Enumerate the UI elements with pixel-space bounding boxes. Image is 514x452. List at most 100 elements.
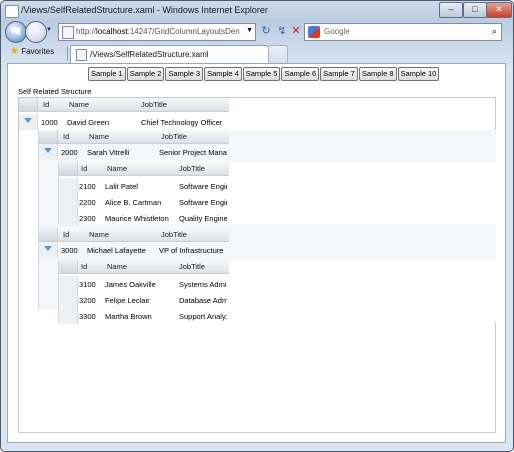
page-icon [76, 49, 87, 61]
column-header-name[interactable]: Name [107, 164, 127, 173]
row-indicator [59, 292, 78, 308]
sample-button-3[interactable]: Sample 3 [165, 67, 204, 81]
search-input[interactable]: Google [324, 27, 350, 36]
sample-button-1[interactable]: Sample 1 [88, 67, 126, 81]
hierarchical-grid: Id Name JobTitle 1000 David Green Chief Techn… [18, 97, 496, 433]
cell-jobtitle: Support Analy: [179, 312, 227, 321]
section-title: Self Related Structure [18, 87, 92, 96]
table-row[interactable]: 3000 Michael Lafayette VP of Infrastructur… [39, 242, 495, 258]
column-header-name[interactable]: Name [107, 262, 127, 271]
column-header-jobtitle[interactable]: JobTitle [141, 100, 167, 109]
minimize-button[interactable]: – [439, 2, 463, 18]
expand-arrow-icon[interactable] [44, 148, 52, 153]
cell-name: Sarah Vitrelli [87, 148, 130, 157]
table-row[interactable]: 3300 Martha Brown Support Analy: [59, 308, 229, 324]
row-indicator [39, 144, 58, 160]
expand-arrow-icon[interactable] [44, 246, 52, 251]
column-header-id[interactable]: Id [81, 262, 87, 271]
search-icon[interactable]: ⌕ [492, 26, 497, 37]
table-row[interactable]: 2200 Alice B. Cartman Software Engir [59, 194, 229, 210]
column-header-name[interactable]: Name [69, 100, 89, 109]
column-header-jobtitle[interactable]: JobTitle [179, 164, 205, 173]
new-tab-button[interactable] [268, 45, 288, 64]
cell-name: Alice B. Cartman [105, 198, 162, 207]
tab-label: /Views/SelfRelatedStructure.xaml [90, 50, 209, 59]
cell-jobtitle: Chief Technology Officer [141, 118, 223, 127]
cell-jobtitle: Senior Project Mana [159, 148, 227, 157]
column-header-jobtitle[interactable]: JobTitle [161, 132, 187, 141]
sample-button-4[interactable]: Sample 4 [204, 67, 242, 81]
cell-id: 3300 [79, 312, 96, 321]
tab-active[interactable]: /Views/SelfRelatedStructure.xaml [70, 45, 269, 64]
navigation-bar: ◀ ▶ ▼ http://localhost:14247/GridColumnL… [1, 20, 513, 44]
sample-button-7[interactable]: Sample 7 [320, 67, 358, 81]
column-header-id[interactable]: Id [63, 230, 69, 239]
row-indicator [39, 242, 58, 258]
column-header-id[interactable]: Id [43, 100, 49, 109]
table-row[interactable]: 1000 David Green Chief Technology Officer [19, 114, 495, 130]
cell-jobtitle: Quality Engine [179, 214, 227, 223]
cell-name: David Green [67, 118, 110, 127]
favorites-button[interactable]: ★ Favorites [10, 46, 54, 57]
cell-jobtitle: Systems Admi [179, 280, 227, 289]
search-box[interactable]: Google ⌕ [304, 23, 502, 41]
address-text[interactable]: http://localhost:14247/GridColumnLayouts… [76, 27, 242, 36]
divider [67, 46, 68, 61]
column-header-row: Id Name JobTitle [39, 130, 229, 144]
column-header-id[interactable]: Id [63, 132, 69, 141]
table-row[interactable]: 2300 Maurice Whistleton Quality Engine [59, 210, 229, 226]
table-row[interactable]: 2100 Lalit Patel Software Engir [59, 178, 229, 194]
forward-button[interactable]: ▶ [25, 21, 47, 43]
window-title: /Views/SelfRelatedStructure.xaml - Windo… [21, 5, 268, 15]
sample-button-6[interactable]: Sample 6 [281, 67, 320, 81]
column-header-name[interactable]: Name [89, 132, 109, 141]
recent-pages-dropdown[interactable]: ▼ [46, 27, 52, 33]
cell-id: 3000 [61, 246, 78, 255]
tab-row: ★ Favorites /Views/SelfRelatedStructure.… [1, 44, 513, 64]
page-content: Sample 1 Sample 2 Sample 3 Sample 4 Sample 5… [7, 63, 506, 443]
column-header-name[interactable]: Name [89, 230, 109, 239]
cell-name: Lalit Patel [105, 182, 138, 191]
close-button[interactable]: ✕ [486, 2, 512, 18]
google-logo-icon [308, 26, 320, 38]
sample-button-bar: Sample 1 Sample 2 Sample 3 Sample 4 Sample 5… [88, 67, 440, 81]
maximize-button[interactable]: □ [463, 2, 487, 18]
table-row[interactable]: 3100 James Oakville Systems Admi [59, 276, 229, 292]
table-row[interactable]: 3200 Felipe Leclair Database Adm [59, 292, 229, 308]
address-bar[interactable]: http://localhost:14247/GridColumnLayouts… [58, 23, 256, 41]
expand-arrow-icon[interactable] [24, 118, 32, 123]
cell-name: Maurice Whistleton [105, 214, 169, 223]
refresh-icon[interactable]: ↻ [258, 24, 274, 40]
cell-name: Martha Brown [105, 312, 152, 321]
row-indicator [59, 210, 78, 226]
cell-jobtitle: Database Adm [179, 296, 227, 305]
cell-id: 2200 [79, 198, 96, 207]
header-indicator [59, 162, 78, 175]
forward-arrow-icon: ▶ [31, 25, 41, 37]
stop-icon[interactable]: ✕ [288, 24, 304, 40]
sample-button-9[interactable]: Sample 10 [397, 67, 440, 81]
cell-id: 3100 [79, 280, 96, 289]
sample-button-5[interactable]: Sample 5 [242, 67, 281, 81]
cell-name: Felipe Leclair [105, 296, 150, 305]
cell-name: Michael Lafayette [87, 246, 146, 255]
column-header-jobtitle[interactable]: JobTitle [161, 230, 187, 239]
header-indicator [39, 228, 58, 241]
sample-button-2[interactable]: Sample 2 [126, 67, 165, 81]
column-header-jobtitle[interactable]: JobTitle [179, 262, 205, 271]
cell-id: 2000 [61, 148, 78, 157]
back-button[interactable]: ◀ [5, 21, 27, 43]
title-bar: /Views/SelfRelatedStructure.xaml - Windo… [1, 1, 513, 21]
back-arrow-icon: ◀ [11, 25, 21, 37]
page-icon [62, 26, 74, 39]
column-header-row: Id Name JobTitle [59, 260, 229, 274]
cell-id: 2100 [79, 182, 96, 191]
address-dropdown-icon[interactable]: ▼ [246, 27, 253, 34]
table-row[interactable]: 2000 Sarah Vitrelli Senior Project Mana [39, 144, 495, 160]
column-header-row: Id Name JobTitle [59, 162, 229, 176]
cell-name: James Oakville [105, 280, 156, 289]
sample-button-8[interactable]: Sample 8 [358, 67, 397, 81]
row-indicator [59, 308, 78, 324]
column-header-id[interactable]: Id [81, 164, 87, 173]
cell-id: 2300 [79, 214, 96, 223]
